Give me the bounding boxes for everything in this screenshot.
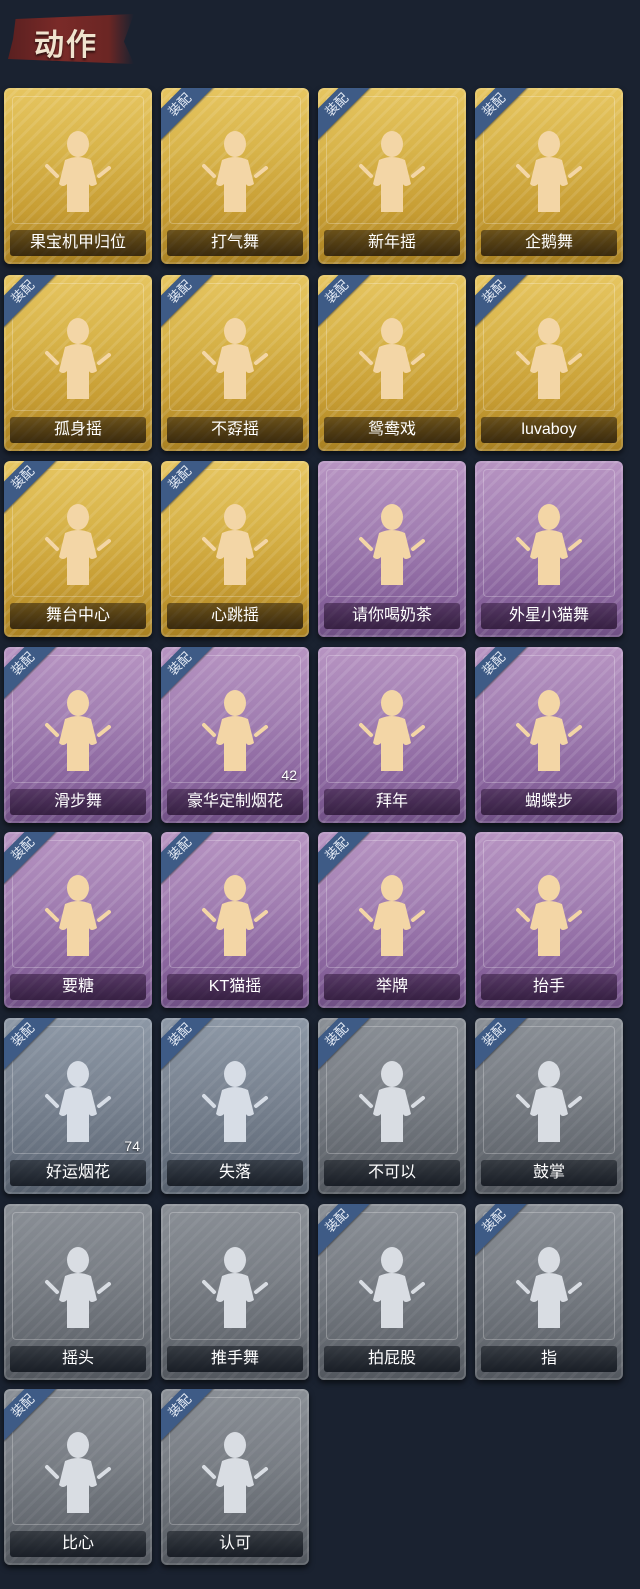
emote-pose-icon xyxy=(43,1242,113,1334)
emote-card[interactable]: 装配指 xyxy=(475,1204,623,1380)
emote-name: 指 xyxy=(481,1346,617,1372)
emote-card[interactable]: 装配 luvaboy xyxy=(475,275,623,451)
emote-pose-icon xyxy=(200,126,270,218)
emote-pose-icon xyxy=(514,499,584,591)
emote-name: 抬手 xyxy=(481,974,617,1000)
emote-pose-icon xyxy=(357,499,427,591)
emote-name: 打气舞 xyxy=(167,230,303,256)
emote-card[interactable]: 装配 74 好运烟花 xyxy=(4,1018,152,1194)
emote-pose-icon xyxy=(43,499,113,591)
emote-name: 认可 xyxy=(167,1531,303,1557)
emote-pose-icon xyxy=(43,685,113,777)
emote-name: 拍屁股 xyxy=(324,1346,460,1372)
emote-pose-icon xyxy=(514,685,584,777)
emote-name: 滑步舞 xyxy=(10,789,146,815)
emote-name: 蝴蝶步 xyxy=(481,789,617,815)
section-header: 动作 xyxy=(0,0,640,82)
emote-card[interactable]: 装配 鼓掌 xyxy=(475,1018,623,1194)
page-title: 动作 xyxy=(34,29,98,62)
emote-card[interactable]: 装配 认可 xyxy=(161,1389,309,1565)
emote-pose-icon xyxy=(200,1427,270,1519)
emote-card[interactable]: 抬手 xyxy=(475,832,623,1008)
emote-pose-icon xyxy=(514,1056,584,1148)
emote-pose-icon xyxy=(200,313,270,405)
emote-card[interactable]: 拜年 xyxy=(318,647,466,823)
item-count: 74 xyxy=(124,1138,140,1154)
emote-name: 举牌 xyxy=(324,974,460,1000)
emote-name: 心跳摇 xyxy=(167,603,303,629)
emote-card[interactable]: 推手舞 xyxy=(161,1204,309,1380)
emote-name: 豪华定制烟花 xyxy=(167,789,303,815)
emote-name: KT猫摇 xyxy=(167,974,303,1000)
emote-pose-icon xyxy=(514,126,584,218)
emote-card[interactable]: 装配 打气舞 xyxy=(161,88,309,264)
emote-pose-icon xyxy=(43,313,113,405)
emote-pose-icon xyxy=(200,870,270,962)
emote-pose-icon xyxy=(357,870,427,962)
item-count: 42 xyxy=(281,767,297,783)
emote-card[interactable]: 装配 拍屁股 xyxy=(318,1204,466,1380)
emote-card[interactable]: 装配 不孬摇 xyxy=(161,275,309,451)
emote-card[interactable]: 装配 比心 xyxy=(4,1389,152,1565)
emote-name: 好运烟花 xyxy=(10,1160,146,1186)
emote-name: 企鹅舞 xyxy=(481,230,617,256)
emote-name: 要糖 xyxy=(10,974,146,1000)
emote-card[interactable]: 摇头 xyxy=(4,1204,152,1380)
emote-name: 失落 xyxy=(167,1160,303,1186)
emote-card[interactable]: 装配 失落 xyxy=(161,1018,309,1194)
emote-name: 不孬摇 xyxy=(167,417,303,443)
emote-name: 推手舞 xyxy=(167,1346,303,1372)
emote-card[interactable]: 果宝机甲归位 xyxy=(4,88,152,264)
emote-pose-icon xyxy=(43,1427,113,1519)
emote-card[interactable]: 装配 不可以 xyxy=(318,1018,466,1194)
emote-card[interactable]: 装配 42 豪华定制烟花 xyxy=(161,647,309,823)
emote-pose-icon xyxy=(357,126,427,218)
emote-card[interactable]: 装配 举牌 xyxy=(318,832,466,1008)
emote-card[interactable]: 装配 新年摇 xyxy=(318,88,466,264)
emote-pose-icon xyxy=(514,870,584,962)
emote-name: 外星小猫舞 xyxy=(481,603,617,629)
emote-card[interactable]: 装配 滑步舞 xyxy=(4,647,152,823)
emote-name: 孤身摇 xyxy=(10,417,146,443)
emote-pose-icon xyxy=(43,870,113,962)
emote-card[interactable]: 请你喝奶茶 xyxy=(318,461,466,637)
emote-name: 比心 xyxy=(10,1531,146,1557)
emote-pose-icon xyxy=(357,685,427,777)
emote-pose-icon xyxy=(200,1056,270,1148)
emote-name: 鸳鸯戏 xyxy=(324,417,460,443)
emote-name: luvaboy xyxy=(481,417,617,443)
emote-card[interactable]: 装配 KT猫摇 xyxy=(161,832,309,1008)
emote-card[interactable]: 装配 孤身摇 xyxy=(4,275,152,451)
emote-card[interactable]: 装配 心跳摇 xyxy=(161,461,309,637)
emote-name: 不可以 xyxy=(324,1160,460,1186)
emote-pose-icon xyxy=(43,126,113,218)
emote-card[interactable]: 装配 要糖 xyxy=(4,832,152,1008)
emote-name: 鼓掌 xyxy=(481,1160,617,1186)
emote-pose-icon xyxy=(200,499,270,591)
emote-card[interactable]: 装配 舞台中心 xyxy=(4,461,152,637)
emote-pose-icon xyxy=(357,1242,427,1334)
emote-card[interactable]: 外星小猫舞 xyxy=(475,461,623,637)
emote-pose-icon xyxy=(357,1056,427,1148)
emote-pose-icon xyxy=(43,1056,113,1148)
emote-name: 果宝机甲归位 xyxy=(10,230,146,256)
emote-pose-icon xyxy=(514,1242,584,1334)
emote-name: 摇头 xyxy=(10,1346,146,1372)
emote-card[interactable]: 装配 蝴蝶步 xyxy=(475,647,623,823)
emote-name: 拜年 xyxy=(324,789,460,815)
emote-pose-icon xyxy=(200,685,270,777)
emote-pose-icon xyxy=(200,1242,270,1334)
emote-pose-icon xyxy=(514,313,584,405)
emote-name: 舞台中心 xyxy=(10,603,146,629)
emote-card[interactable]: 装配 鸳鸯戏 xyxy=(318,275,466,451)
emote-name: 请你喝奶茶 xyxy=(324,603,460,629)
emote-pose-icon xyxy=(357,313,427,405)
emote-card[interactable]: 装配 企鹅舞 xyxy=(475,88,623,264)
emote-name: 新年摇 xyxy=(324,230,460,256)
